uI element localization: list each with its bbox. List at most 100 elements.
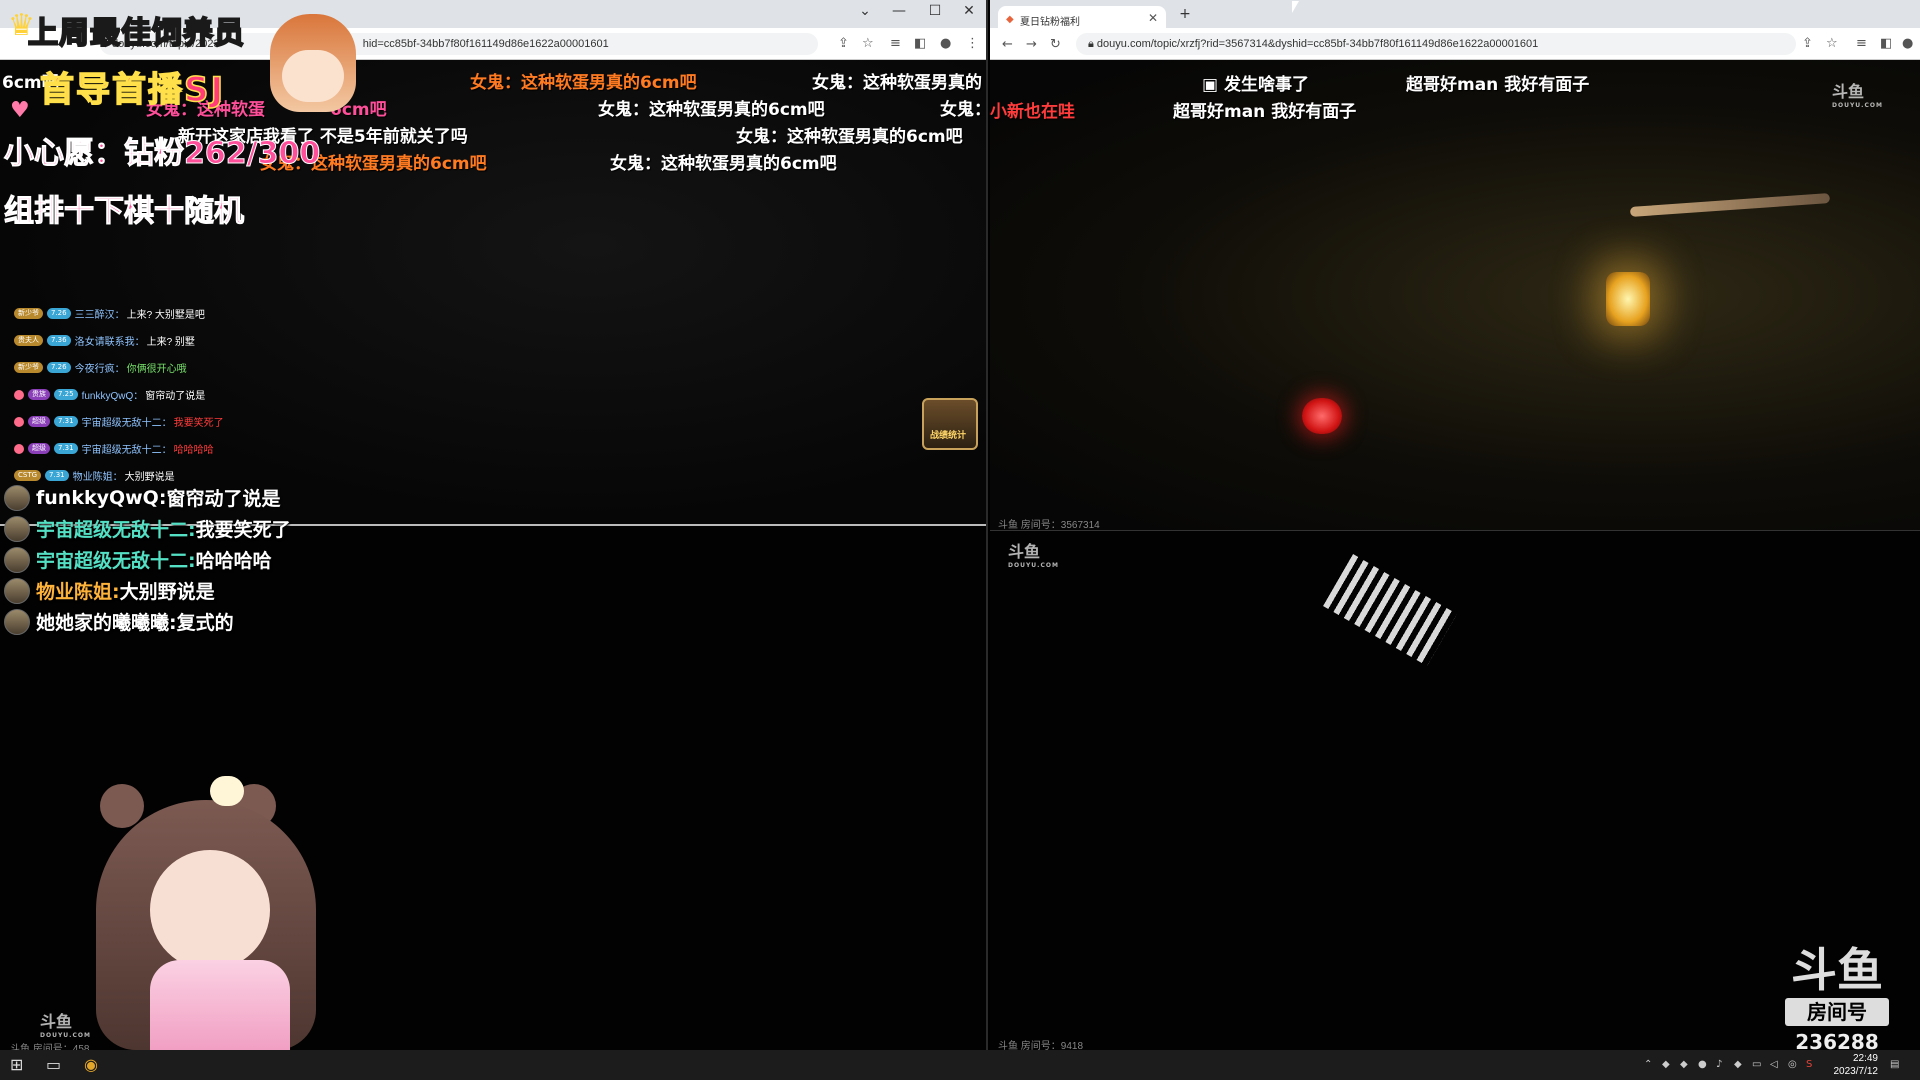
chat-username[interactable]: 宇宙超级无敌十二：: [82, 441, 172, 456]
notification-icon[interactable]: ▤: [1890, 1059, 1899, 1070]
chat-username[interactable]: 三三醉汉：: [75, 306, 125, 321]
forward-icon[interactable]: →: [1026, 37, 1037, 52]
left-browser-window: ⌄ — ☐ ✕ douyu.com/topic/2023 hid=cc85bf-…: [0, 0, 991, 1060]
room-number-label: 房间号: [1785, 998, 1889, 1026]
minimize-button[interactable]: —: [884, 3, 914, 19]
chat-message: 上来? 别墅: [146, 337, 195, 348]
room-label: 斗鱼 房间号：3567314: [998, 520, 1100, 531]
chat-row: 物业陈姐: 大别野说是: [4, 575, 291, 606]
overlay-title: 上周最佳饲养员: [27, 15, 245, 52]
avatar: [4, 546, 30, 573]
reading-list-icon[interactable]: ≡: [1856, 36, 1867, 51]
url-end: hid=cc85bf-34bb7f80f161149d86e1622a00001…: [362, 38, 609, 50]
desktop: ⌄ — ☐ ✕ douyu.com/topic/2023 hid=cc85bf-…: [0, 0, 1920, 1080]
chat-username[interactable]: 物业陈姐：: [73, 468, 123, 483]
danmaku-text: 女鬼：这种软蛋男真的6cm吧: [610, 154, 837, 174]
chat-username: funkkyQwQ:: [36, 486, 167, 509]
douyu-room-logo: 斗鱼 房间号 236288: [1782, 946, 1892, 1054]
chat-row: 超级 7.31 宇宙超级无敌十二： 哈哈哈哈: [14, 435, 314, 462]
chat-username[interactable]: 今夜行疯：: [75, 360, 125, 375]
chat-row: 新少爷 7.26 三三醉汉： 上来? 大别墅是吧: [14, 300, 314, 327]
vtuber-face: [150, 850, 270, 970]
right-stream-bottom[interactable]: [990, 530, 1920, 1050]
chevron-down-icon[interactable]: ⌄: [850, 3, 880, 19]
watermark-main: 斗鱼: [1008, 542, 1041, 561]
danmaku-text: 超哥好man 我好有面子: [1173, 102, 1357, 122]
danmaku-text: ▣ 发生啥事了: [1202, 70, 1309, 95]
douyu-logo-mark: 斗鱼: [1791, 943, 1883, 997]
taskbar: ⊞ ▭ ◉ ⌃ ◆ ◆ ● ♪ ◆ ▭ ◁ ◎ S 22:49 2023/7/1…: [0, 1050, 1920, 1080]
chat-list-large: funkkyQwQ: 窗帘动了说是 宇宙超级无敌十二: 我要笑死了 宇宙超级无敌…: [4, 482, 291, 637]
microphone-icon[interactable]: ♪: [1716, 1059, 1722, 1070]
network-icon[interactable]: ▭: [1752, 1059, 1761, 1070]
tray-app-icon[interactable]: ◆: [1662, 1059, 1670, 1070]
sidepanel-icon[interactable]: ◧: [1880, 36, 1892, 51]
taskbar-clock[interactable]: 22:49 2023/7/12: [1834, 1052, 1879, 1078]
share-icon[interactable]: ⇪: [838, 36, 849, 51]
tray-app-icon[interactable]: ◆: [1734, 1059, 1742, 1070]
overlay-wish: 小心愿：钻粉262/300: [3, 136, 321, 172]
danmaku-text: 女鬼：这种软蛋男真的6cm吧: [470, 73, 697, 93]
chat-message: 你俩很开心哦: [126, 364, 187, 375]
chat-list-small: 新少爷 7.26 三三醉汉： 上来? 大别墅是吧 贵夫人 7.36 洛女请联系我…: [14, 300, 314, 489]
tab-title: 夏日钻粉福利: [1020, 17, 1080, 28]
avatar: [4, 484, 30, 511]
menu-icon[interactable]: ⋮: [966, 36, 979, 51]
danmaku-text: 小新也在哇: [990, 102, 1075, 122]
clock-time: 22:49: [1852, 1053, 1878, 1064]
tray-expand-icon[interactable]: ⌃: [1644, 1059, 1652, 1070]
overlay-guide: 首导首播SJ: [39, 69, 226, 111]
chick-icon: [210, 776, 244, 806]
level-badge: 7.36: [47, 335, 71, 346]
profile-icon[interactable]: ●: [940, 36, 951, 51]
right-stream-top[interactable]: [990, 60, 1920, 530]
tab-close-icon[interactable]: ✕: [1148, 11, 1158, 25]
chat-message: 我要笑死了: [173, 418, 224, 429]
star-icon[interactable]: ☆: [1826, 36, 1838, 51]
noble-icon: [14, 416, 24, 427]
chat-row: 宇宙超级无敌十二: 哈哈哈哈: [4, 544, 291, 575]
clock-date: 2023/7/12: [1833, 1066, 1879, 1077]
watermark-main: 斗鱼: [40, 1012, 73, 1031]
windows-start-icon[interactable]: ⊞: [10, 1055, 23, 1074]
danmaku-text: 女鬼：: [940, 100, 991, 120]
maximize-button[interactable]: ☐: [920, 3, 950, 19]
stats-emblem-icon[interactable]: [922, 398, 978, 450]
share-icon[interactable]: ⇪: [1802, 36, 1813, 51]
sidepanel-icon[interactable]: ◧: [914, 36, 926, 51]
volume-icon[interactable]: ◁: [1770, 1059, 1778, 1070]
douyu-watermark: 斗鱼 DOUYU.COM: [1832, 78, 1883, 109]
chat-username[interactable]: 洛女请联系我：: [75, 333, 145, 348]
vtuber-ear: [100, 784, 144, 828]
level-badge: 7.31: [54, 416, 78, 427]
danmaku-text: 超哥好man 我好有面子: [1406, 75, 1590, 95]
reload-icon[interactable]: ↻: [1050, 37, 1061, 52]
file-explorer-icon[interactable]: ▭: [46, 1055, 61, 1074]
address-input[interactable]: 🔒︎ douyu.com/topic/xrzfj?rid=3567314&dys…: [1076, 33, 1796, 55]
profile-icon[interactable]: ●: [1902, 36, 1913, 51]
chat-message: 哈哈哈哈: [195, 550, 272, 572]
chat-message: 上来? 大别墅是吧: [126, 310, 205, 321]
chat-username[interactable]: funkkyQwQ：: [82, 387, 144, 402]
watermark-sub: DOUYU.COM: [40, 1032, 91, 1039]
reading-list-icon[interactable]: ≡: [890, 36, 901, 51]
close-button[interactable]: ✕: [954, 3, 984, 19]
tray-app-icon[interactable]: ◆: [1680, 1059, 1688, 1070]
chrome-icon[interactable]: ◉: [84, 1055, 98, 1074]
new-tab-button[interactable]: +: [1170, 6, 1200, 22]
back-icon[interactable]: ←: [1002, 37, 1013, 52]
tray-app-icon[interactable]: ◎: [1788, 1059, 1797, 1070]
star-icon[interactable]: ☆: [862, 36, 874, 51]
watermark-main: 斗鱼: [1832, 82, 1865, 101]
noble-icon: [14, 443, 24, 454]
wechat-icon[interactable]: ●: [1698, 1059, 1707, 1070]
chat-message: 大别野说是: [119, 581, 215, 603]
chat-message: 窗帘动了说是: [145, 391, 206, 402]
chat-username[interactable]: 宇宙超级无敌十二：: [82, 414, 172, 429]
input-method-icon[interactable]: S: [1806, 1059, 1812, 1070]
url-text: douyu.com/topic/xrzfj?rid=3567314&dyshid…: [1096, 38, 1539, 50]
fan-badge: 超级: [28, 416, 50, 427]
avatar: [4, 577, 30, 604]
right-address-bar: ← → ↻ 🔒︎ douyu.com/topic/xrzfj?rid=35673…: [990, 28, 1920, 60]
douyu-watermark: 斗鱼 DOUYU.COM: [40, 1008, 91, 1039]
